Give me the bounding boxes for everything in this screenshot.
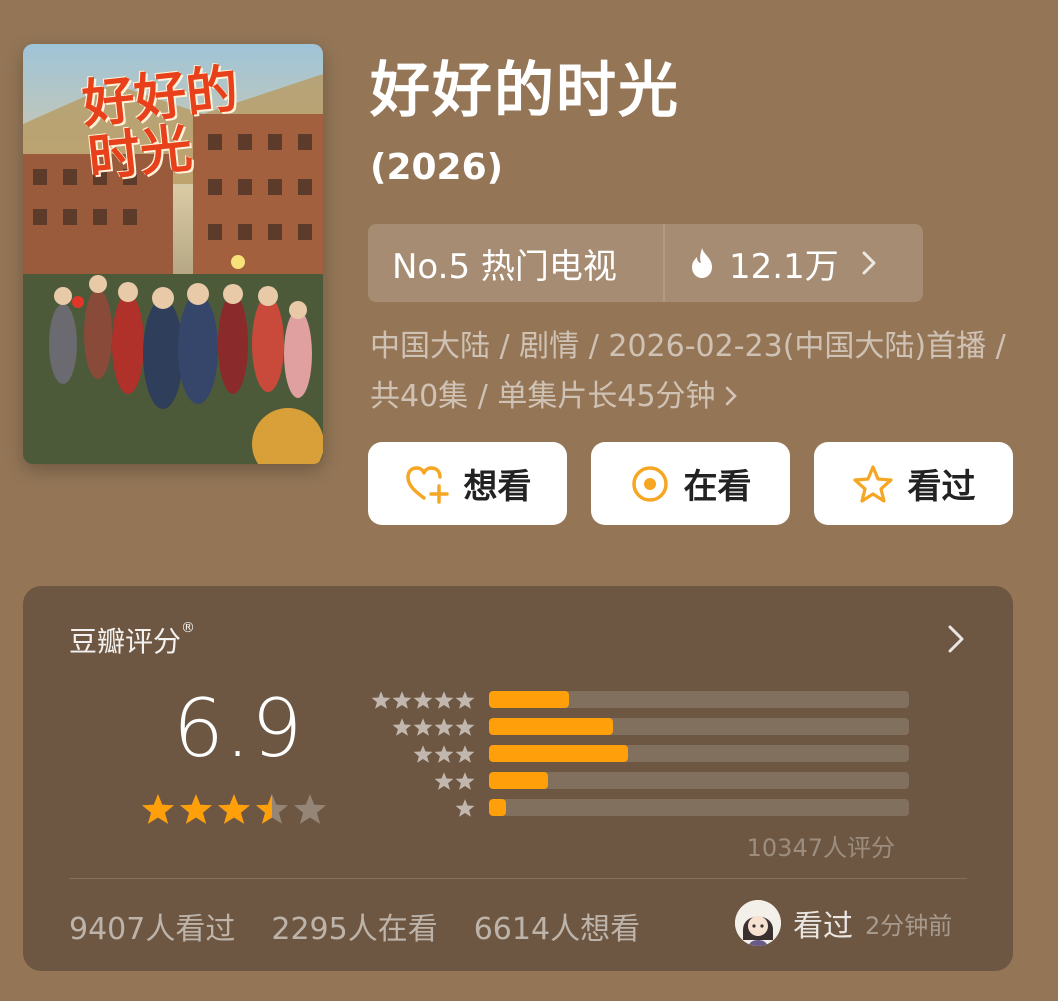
rating-bar-track xyxy=(489,718,909,735)
watching-count: 2295人在看 xyxy=(271,912,438,947)
small-star-icon xyxy=(371,690,391,709)
show-meta[interactable]: 中国大陆 / 剧情 / 2026-02-23(中国大陆)首播 / 共40集 / … xyxy=(370,322,1010,423)
chevron-right-icon[interactable] xyxy=(947,624,965,654)
small-star-icon xyxy=(455,771,475,790)
rating-bar-fill xyxy=(489,745,628,762)
rating-row-3-stars xyxy=(353,740,909,767)
rating-star-icon xyxy=(256,794,288,824)
watching-label: 在看 xyxy=(683,467,752,507)
rating-bar-fill xyxy=(489,718,613,735)
rating-bar-track xyxy=(489,691,909,708)
rating-star-icon xyxy=(294,794,326,824)
small-star-icon xyxy=(455,798,475,817)
divider xyxy=(69,878,967,879)
rating-panel[interactable]: 豆瓣评分® 6.9 10347人评分 9407人看过 2295人在看 6614人… xyxy=(23,586,1013,971)
row-stars xyxy=(353,690,475,710)
rating-bar-fill xyxy=(489,772,548,789)
want-to-watch-button[interactable]: 想看 xyxy=(368,442,567,525)
small-star-icon xyxy=(434,771,454,790)
row-stars xyxy=(353,744,475,764)
page-title: 好好的时光 xyxy=(370,56,680,126)
rating-star-icon xyxy=(218,794,250,824)
watched-button[interactable]: 看过 xyxy=(814,442,1013,525)
rating-stars xyxy=(141,792,327,826)
small-star-icon xyxy=(455,744,475,763)
release-year: (2026) xyxy=(370,147,504,188)
rating-row-4-stars xyxy=(353,713,909,740)
small-star-icon xyxy=(392,690,412,709)
flame-icon xyxy=(689,247,715,279)
rating-count: 10347人评分 xyxy=(746,834,895,862)
row-stars xyxy=(353,798,475,818)
row-stars xyxy=(353,717,475,737)
heat-section[interactable]: 12.1万 xyxy=(665,239,923,288)
watched-label: 看过 xyxy=(907,467,976,507)
small-star-icon xyxy=(434,744,454,763)
chevron-right-icon xyxy=(861,250,877,276)
want-to-watch-label: 想看 xyxy=(463,467,532,507)
rating-row-2-stars xyxy=(353,767,909,794)
avatar[interactable] xyxy=(735,900,781,946)
heart-plus-icon xyxy=(404,464,450,504)
registered-mark: ® xyxy=(181,620,196,636)
show-meta-text: 中国大陆 / 剧情 / 2026-02-23(中国大陆)首播 / 共40集 / … xyxy=(370,329,1006,414)
small-star-icon xyxy=(413,690,433,709)
rank-label[interactable]: No.5 热门电视 xyxy=(368,224,665,302)
rating-bar-track xyxy=(489,745,909,762)
rating-distribution xyxy=(353,686,909,821)
rating-bar-track xyxy=(489,772,909,789)
watch-stats: 9407人看过 2295人在看 6614人想看 xyxy=(69,904,640,948)
rating-row-1-stars xyxy=(353,794,909,821)
small-star-icon xyxy=(455,690,475,709)
poster-image[interactable]: 好好的时光 xyxy=(23,44,323,464)
rating-bar-track xyxy=(489,799,909,816)
small-star-icon xyxy=(413,744,433,763)
want-count: 6614人想看 xyxy=(473,912,641,947)
watching-button[interactable]: 在看 xyxy=(591,442,790,525)
rating-row-5-stars xyxy=(353,686,909,713)
poster-title-art: 好好的时光 xyxy=(79,58,242,190)
recent-activity-time: 2分钟前 xyxy=(865,911,953,940)
small-star-icon xyxy=(392,717,412,736)
target-icon xyxy=(630,464,670,504)
recent-activity[interactable]: 看过 2分钟前 xyxy=(735,900,952,946)
heat-value: 12.1万 xyxy=(729,246,839,287)
rating-title-text: 豆瓣评分 xyxy=(69,625,182,658)
small-star-icon xyxy=(434,717,454,736)
chevron-right-icon xyxy=(724,373,738,423)
small-star-icon xyxy=(455,717,475,736)
star-outline-icon xyxy=(852,464,894,504)
row-stars xyxy=(353,771,475,791)
recent-activity-label: 看过 xyxy=(793,909,853,944)
small-star-icon xyxy=(434,690,454,709)
rating-star-icon xyxy=(142,794,174,824)
rating-star-icon xyxy=(180,794,212,824)
rating-bar-fill xyxy=(489,799,506,816)
small-star-icon xyxy=(413,717,433,736)
rating-score: 6.9 xyxy=(173,682,304,775)
rating-bar-fill xyxy=(489,691,569,708)
rating-title: 豆瓣评分® xyxy=(69,620,195,660)
watched-count: 9407人看过 xyxy=(69,912,236,947)
ranking-bar[interactable]: No.5 热门电视 12.1万 xyxy=(368,224,923,302)
